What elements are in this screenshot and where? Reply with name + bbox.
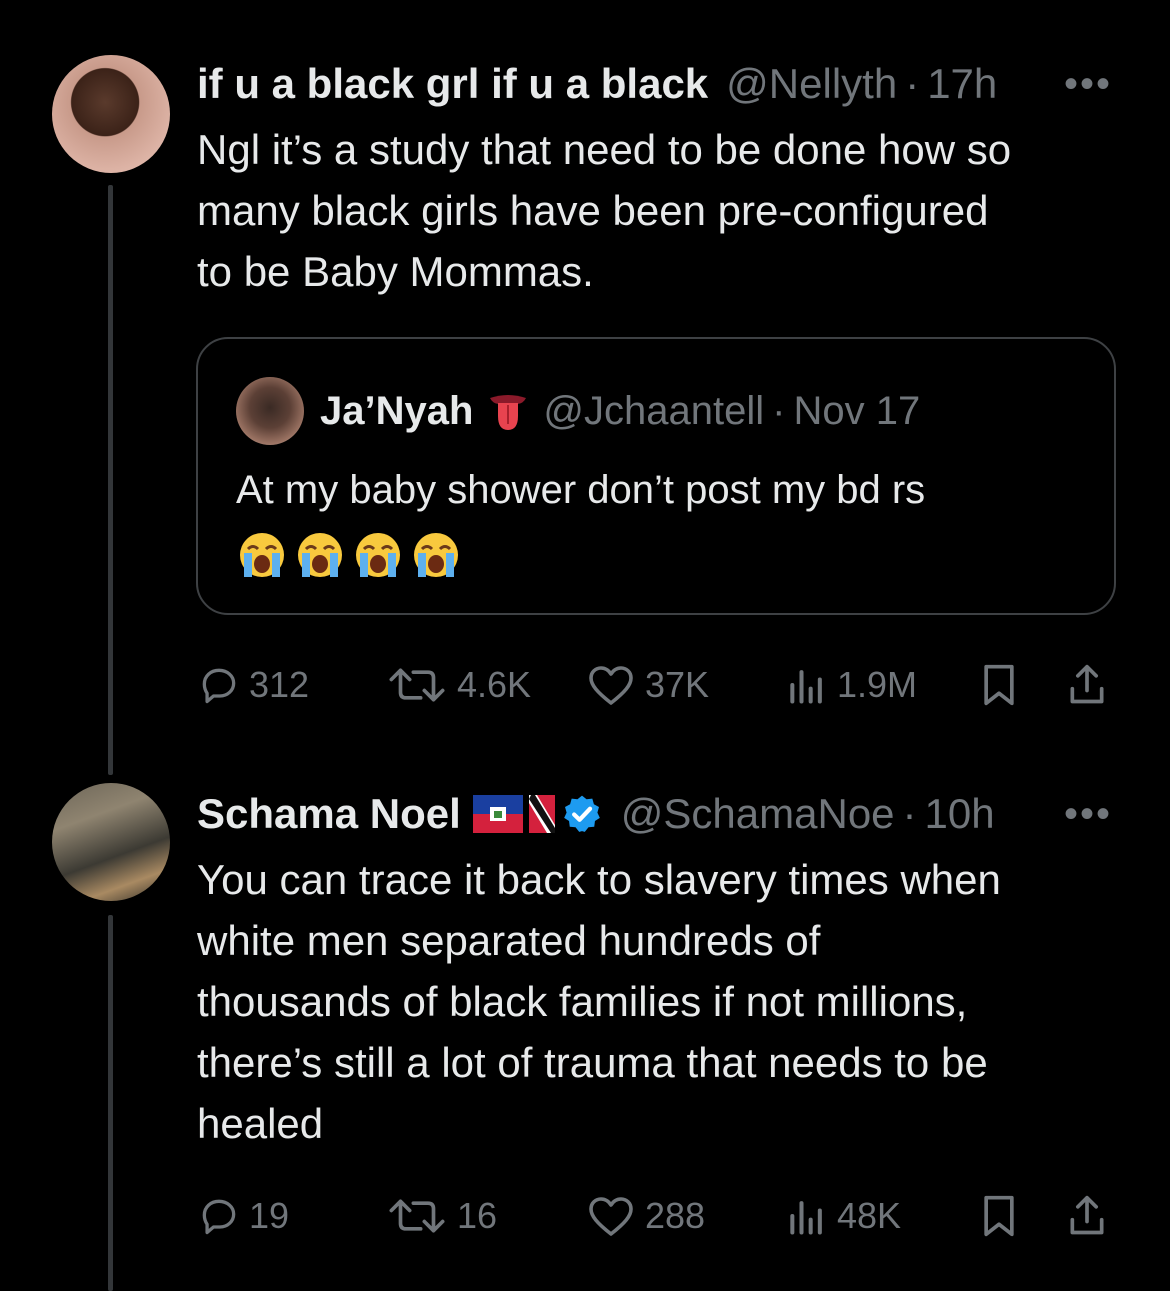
reply-button[interactable]: 312 [197, 655, 309, 715]
repost-icon [389, 1199, 445, 1233]
separator: · [772, 388, 786, 433]
tweet-text-line: many black girls have been pre-configure… [197, 187, 989, 234]
action-bar: 19 16 288 48K [197, 1186, 1117, 1246]
separator: · [905, 60, 920, 107]
views-count: 1.9M [837, 664, 918, 705]
tongue-emoji [490, 395, 527, 430]
share-icon [1070, 1195, 1104, 1235]
timeline: if u a black grl if u a black @Nellyth ·… [0, 0, 1170, 1291]
share-button[interactable] [1065, 1186, 1117, 1246]
thread-line [108, 915, 113, 1291]
quote-display-name: Ja’Nyah [320, 388, 474, 433]
like-button[interactable]: 288 [585, 1186, 705, 1246]
views-button[interactable]: 48K [785, 1186, 901, 1246]
tweet-text-line: thousands of black families if not milli… [197, 978, 968, 1025]
crying-face-emoji [298, 533, 342, 577]
more-icon[interactable]: ••• [1064, 56, 1112, 112]
handle[interactable]: @SchamaNoe [621, 790, 895, 838]
quote-emojis [236, 529, 462, 581]
tweet-header: if u a black grl if u a black @Nellyth ·… [197, 56, 997, 112]
crying-face-emoji [240, 533, 284, 577]
tweet-text: You can trace it back to slavery times w… [197, 849, 1117, 1154]
share-button[interactable] [1065, 655, 1117, 715]
quote-header: Ja’Nyah @Jchaantell · Nov 17 [320, 383, 920, 439]
views-icon [790, 1201, 822, 1235]
quote-date: Nov 17 [793, 388, 921, 433]
crying-face-emoji [356, 533, 400, 577]
separator: · [902, 790, 917, 837]
tweet-text-line: You can trace it back to slavery times w… [197, 856, 1001, 903]
display-name[interactable]: Schama Noel [197, 790, 461, 838]
quote-text: At my baby shower don’t post my bd rs [236, 468, 926, 512]
bookmark-icon [984, 664, 1014, 706]
tweet-text-line: white men separated hundreds of [197, 917, 821, 964]
tweet-text: Ngl it’s a study that need to be done ho… [197, 119, 1117, 302]
repost-button[interactable]: 4.6K [385, 655, 531, 715]
views-count: 48K [837, 1195, 902, 1236]
tweet-text-line: Ngl it’s a study that need to be done ho… [197, 126, 1012, 173]
bookmark-button[interactable] [977, 1186, 1029, 1246]
bookmark-icon [984, 1195, 1014, 1237]
bookmark-button[interactable] [977, 655, 1029, 715]
reply-icon [202, 668, 236, 704]
tweet-text-line: there’s still a lot of trauma that needs… [197, 1039, 988, 1086]
timestamp[interactable]: 17h [927, 60, 997, 108]
handle[interactable]: @Nellyth [726, 60, 897, 108]
reply-button[interactable]: 19 [197, 1186, 289, 1246]
verified-badge-icon [563, 795, 600, 832]
reply-icon [202, 1199, 236, 1235]
like-count: 288 [645, 1195, 706, 1236]
quote-handle: @Jchaantell [543, 388, 765, 433]
avatar[interactable] [52, 55, 170, 173]
repost-icon [389, 668, 445, 702]
quote-avatar [236, 377, 304, 445]
like-count: 37K [645, 664, 710, 705]
heart-icon [589, 666, 633, 705]
trinidad-flag-icon [528, 795, 555, 833]
share-icon [1070, 664, 1104, 704]
haiti-flag-icon [472, 795, 523, 833]
avatar[interactable] [52, 783, 170, 901]
reply-count: 312 [249, 664, 310, 705]
repost-button[interactable]: 16 [385, 1186, 497, 1246]
repost-count: 16 [457, 1195, 498, 1236]
quoted-tweet[interactable]: Ja’Nyah @Jchaantell · Nov 17 At my baby … [196, 337, 1116, 615]
tweet-text-line: healed [197, 1100, 324, 1147]
tweet-text-line: to be Baby Mommas. [197, 248, 594, 295]
thread-line [108, 185, 113, 775]
reply-count: 19 [249, 1195, 290, 1236]
timestamp[interactable]: 10h [925, 790, 995, 838]
action-bar: 312 4.6K 37K 1.9M [197, 655, 1117, 715]
views-icon [790, 670, 822, 704]
flags [472, 795, 555, 833]
crying-face-emoji [414, 533, 458, 577]
heart-icon [589, 1197, 633, 1236]
views-button[interactable]: 1.9M [785, 655, 917, 715]
display-name[interactable]: if u a black grl if u a black [197, 60, 708, 108]
tweet-header: Schama Noel @SchamaNoe · 10h [197, 786, 995, 842]
like-button[interactable]: 37K [585, 655, 709, 715]
repost-count: 4.6K [457, 664, 532, 705]
more-icon[interactable]: ••• [1064, 786, 1112, 842]
